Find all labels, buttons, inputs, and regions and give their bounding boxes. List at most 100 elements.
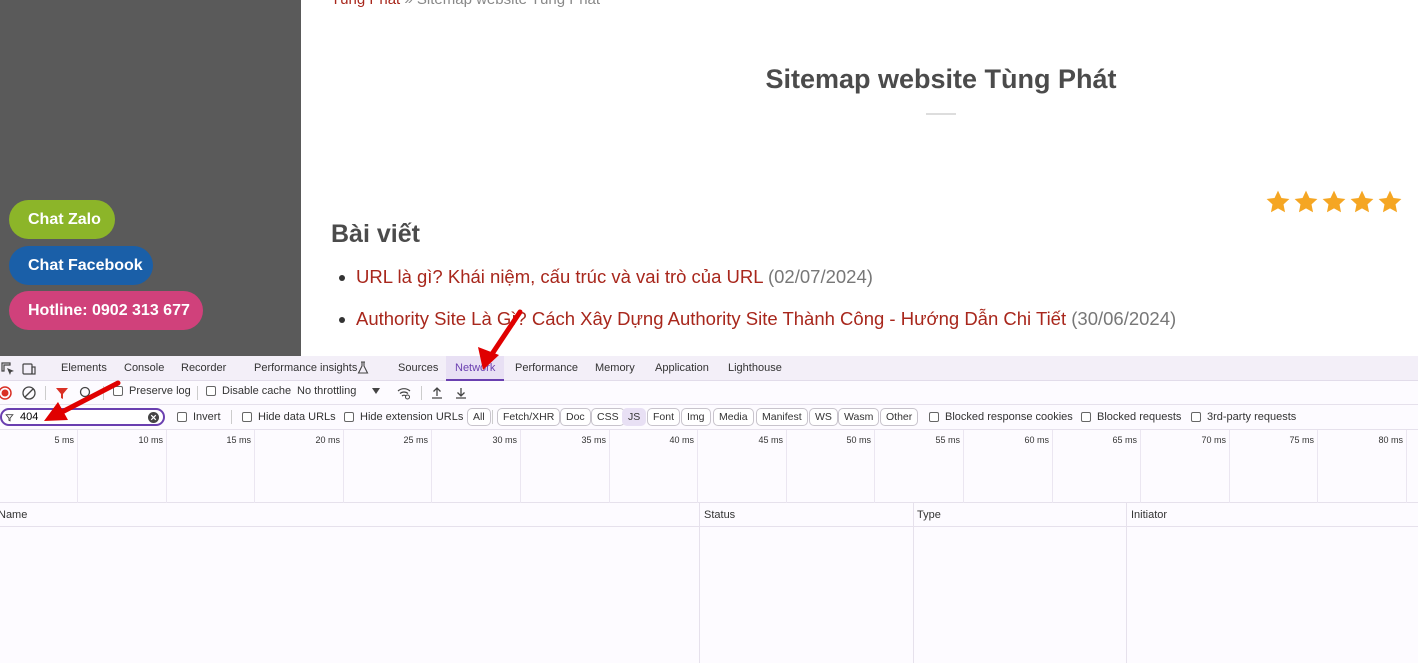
star-icon[interactable] xyxy=(1293,189,1319,215)
clear-icon[interactable] xyxy=(21,385,37,401)
timeline-gridline xyxy=(1052,430,1053,503)
hide-data-urls-label: Hide data URLs xyxy=(258,411,336,423)
network-filter-bar: 404 Invert Hide data URLs Hide extension… xyxy=(0,405,1418,430)
timeline-tick-label: 75 ms xyxy=(1289,435,1314,445)
third-party-requests-label: 3rd-party requests xyxy=(1207,411,1297,423)
checkbox-box[interactable] xyxy=(177,412,187,422)
checkbox-box[interactable] xyxy=(113,386,123,396)
disable-cache-checkbox[interactable]: Disable cache xyxy=(206,385,291,397)
tab-console[interactable]: Console xyxy=(124,356,164,381)
tab-recorder[interactable]: Recorder xyxy=(181,356,226,381)
checkbox-box[interactable] xyxy=(1191,412,1201,422)
type-filter-media[interactable]: Media xyxy=(713,408,754,426)
tab-elements[interactable]: Elements xyxy=(61,356,107,381)
column-header-initiator[interactable]: Initiator xyxy=(1131,509,1167,521)
tab-memory[interactable]: Memory xyxy=(595,356,635,381)
timeline-tick-label: 40 ms xyxy=(669,435,694,445)
timeline-tick-label: 25 ms xyxy=(403,435,428,445)
filter-icon[interactable] xyxy=(54,385,70,401)
chat-zalo-button[interactable]: Chat Zalo xyxy=(9,200,115,239)
type-filter-manifest[interactable]: Manifest xyxy=(756,408,808,426)
checkbox-box[interactable] xyxy=(929,412,939,422)
type-filter-js[interactable]: JS xyxy=(622,408,647,426)
timeline-tick-label: 65 ms xyxy=(1112,435,1137,445)
type-filter-wasm[interactable]: Wasm xyxy=(838,408,880,426)
post-date: (02/07/2024) xyxy=(767,266,873,287)
network-conditions-icon[interactable] xyxy=(396,385,412,401)
tab-performance[interactable]: Performance xyxy=(515,356,578,381)
column-header-type[interactable]: Type xyxy=(917,509,941,521)
type-filter-ws[interactable]: WS xyxy=(809,408,838,426)
column-header-status[interactable]: Status xyxy=(704,509,735,521)
throttling-select[interactable]: No throttling xyxy=(297,385,381,397)
timeline-tick-label: 5 ms xyxy=(54,435,74,445)
breadcrumb: Tùng Phát » Sitemap website Tùng Phát xyxy=(331,0,600,8)
tab-lighthouse[interactable]: Lighthouse xyxy=(728,356,782,381)
network-toolbar: Preserve log Disable cache No throttling xyxy=(0,381,1418,405)
checkbox-box[interactable] xyxy=(242,412,252,422)
search-icon[interactable] xyxy=(78,385,94,401)
checkbox-box[interactable] xyxy=(206,386,216,396)
post-date: (30/06/2024) xyxy=(1071,308,1177,329)
post-link[interactable]: Authority Site Là Gì? Cách Xây Dựng Auth… xyxy=(356,308,1066,329)
star-rating[interactable] xyxy=(1265,189,1403,215)
type-filter-all[interactable]: All xyxy=(467,408,491,426)
type-filter-img[interactable]: Img xyxy=(681,408,711,426)
breadcrumb-home-link[interactable]: Tùng Phát xyxy=(331,0,400,8)
network-overview-timeline[interactable]: 5 ms 10 ms 15 ms 20 ms 25 ms 30 ms 35 ms 40 ms 4… xyxy=(0,430,1418,503)
timeline-tick-label: 60 ms xyxy=(1024,435,1049,445)
blocked-requests-checkbox[interactable]: Blocked requests xyxy=(1081,411,1181,423)
third-party-requests-checkbox[interactable]: 3rd-party requests xyxy=(1191,411,1296,423)
filter-input[interactable]: 404 xyxy=(0,408,165,426)
preserve-log-checkbox[interactable]: Preserve log xyxy=(113,385,191,397)
filter-icon xyxy=(5,414,14,422)
network-request-list[interactable] xyxy=(0,527,1418,663)
invert-label: Invert xyxy=(193,411,221,423)
blocked-response-cookies-label: Blocked response cookies xyxy=(945,411,1073,423)
checkbox-box[interactable] xyxy=(344,412,354,422)
toolbar-separator xyxy=(197,386,198,400)
star-icon[interactable] xyxy=(1265,189,1291,215)
type-filter-doc[interactable]: Doc xyxy=(560,408,591,426)
chat-facebook-button[interactable]: Chat Facebook xyxy=(9,246,153,285)
invert-checkbox[interactable]: Invert xyxy=(177,411,221,423)
filter-value[interactable]: 404 xyxy=(20,411,38,423)
import-har-icon[interactable] xyxy=(429,385,445,401)
type-filter-font[interactable]: Font xyxy=(647,408,681,426)
throttling-value: No throttling xyxy=(297,385,357,397)
blocked-requests-label: Blocked requests xyxy=(1097,411,1182,423)
hide-data-urls-checkbox[interactable]: Hide data URLs xyxy=(242,411,336,423)
star-icon[interactable] xyxy=(1377,189,1403,215)
tab-performance-insights[interactable]: Performance insights xyxy=(254,356,357,381)
tab-sources[interactable]: Sources xyxy=(398,356,438,381)
type-filter-other[interactable]: Other xyxy=(880,408,919,426)
device-toggle-icon[interactable] xyxy=(21,361,37,377)
toolbar-separator xyxy=(103,386,104,400)
export-har-icon[interactable] xyxy=(453,385,469,401)
column-header-name[interactable]: Name xyxy=(0,509,27,521)
hide-extension-urls-checkbox[interactable]: Hide extension URLs xyxy=(344,411,463,423)
timeline-gridline xyxy=(1406,430,1407,503)
blocked-response-cookies-checkbox[interactable]: Blocked response cookies xyxy=(929,411,1073,423)
disable-cache-label: Disable cache xyxy=(222,385,292,397)
chevron-down-icon xyxy=(372,388,381,394)
timeline-tick-label: 50 ms xyxy=(846,435,871,445)
list-item: URL là gì? Khái niệm, cấu trúc và vai tr… xyxy=(336,266,1176,308)
timeline-tick-label: 55 ms xyxy=(935,435,960,445)
post-link[interactable]: URL là gì? Khái niệm, cấu trúc và vai tr… xyxy=(356,266,763,287)
tab-network[interactable]: Network xyxy=(446,356,505,381)
timeline-gridline xyxy=(1317,430,1318,503)
hotline-button[interactable]: Hotline: 0902 313 677 xyxy=(9,291,203,330)
clear-filter-icon[interactable] xyxy=(148,412,159,423)
record-stop-icon[interactable] xyxy=(0,385,13,401)
inspect-icon[interactable] xyxy=(0,361,16,377)
star-icon[interactable] xyxy=(1321,189,1347,215)
type-filter-css[interactable]: CSS xyxy=(591,408,625,426)
section-heading: Bài viết xyxy=(331,220,420,248)
website-page: Chat Zalo Chat Facebook Hotline: 0902 31… xyxy=(0,0,1418,356)
checkbox-box[interactable] xyxy=(1081,412,1091,422)
tab-application[interactable]: Application xyxy=(655,356,709,381)
star-icon[interactable] xyxy=(1349,189,1375,215)
type-filter-fetch-xhr[interactable]: Fetch/XHR xyxy=(497,408,561,426)
breadcrumb-separator: » xyxy=(400,0,417,8)
